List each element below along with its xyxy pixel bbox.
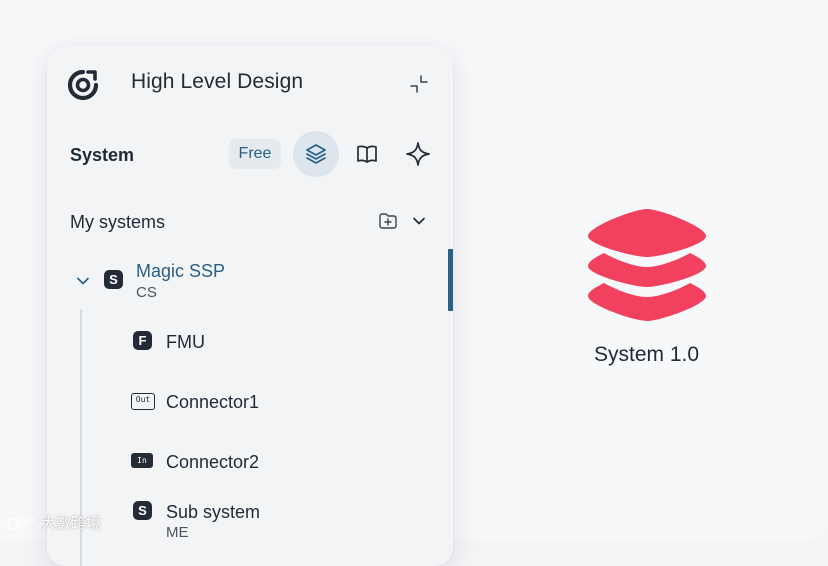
output-connector-icon: Out bbox=[131, 393, 155, 410]
sidebar-panel: High Level Design System Free My systems bbox=[47, 46, 453, 566]
watermark-text: 大數跨境 bbox=[41, 515, 102, 532]
system-badge-icon: S bbox=[104, 270, 123, 289]
fmu-badge-icon: F bbox=[133, 331, 152, 350]
collapse-icon[interactable] bbox=[407, 72, 431, 96]
tree-item-label: Connector1 bbox=[166, 392, 260, 412]
section-label: System bbox=[70, 145, 135, 165]
sparkle-button[interactable] bbox=[395, 131, 441, 177]
tree-item-label: Connector2 bbox=[166, 452, 260, 472]
watermark-logo-icon bbox=[7, 516, 35, 530]
tree-item-label: Magic SSP bbox=[136, 261, 226, 281]
sparkle-icon bbox=[406, 142, 430, 166]
tree-item-subtitle: CS bbox=[136, 284, 157, 301]
preview-label: System 1.0 bbox=[594, 343, 700, 366]
system-layers-icon bbox=[588, 209, 706, 321]
tree-item-subtitle: ME bbox=[166, 524, 189, 541]
book-button[interactable] bbox=[344, 131, 390, 177]
my-systems-heading: My systems bbox=[70, 212, 166, 232]
chevron-down-icon[interactable] bbox=[73, 271, 93, 291]
layers-button[interactable] bbox=[293, 131, 339, 177]
scrollbar-indicator[interactable] bbox=[448, 249, 453, 311]
folder-plus-icon[interactable] bbox=[377, 210, 399, 232]
layers-icon bbox=[306, 144, 326, 164]
plan-badge[interactable]: Free bbox=[229, 139, 281, 169]
chevron-down-icon[interactable] bbox=[409, 211, 429, 231]
app-logo-icon bbox=[67, 69, 99, 101]
system-badge-icon: S bbox=[133, 501, 152, 520]
tree-item-label: Sub system bbox=[166, 502, 261, 522]
input-connector-icon: In bbox=[131, 453, 153, 468]
watermark: 大數跨境 bbox=[6, 512, 101, 533]
page-title: High Level Design bbox=[131, 70, 304, 93]
book-icon bbox=[357, 145, 377, 163]
tree-item-label: FMU bbox=[166, 332, 205, 352]
